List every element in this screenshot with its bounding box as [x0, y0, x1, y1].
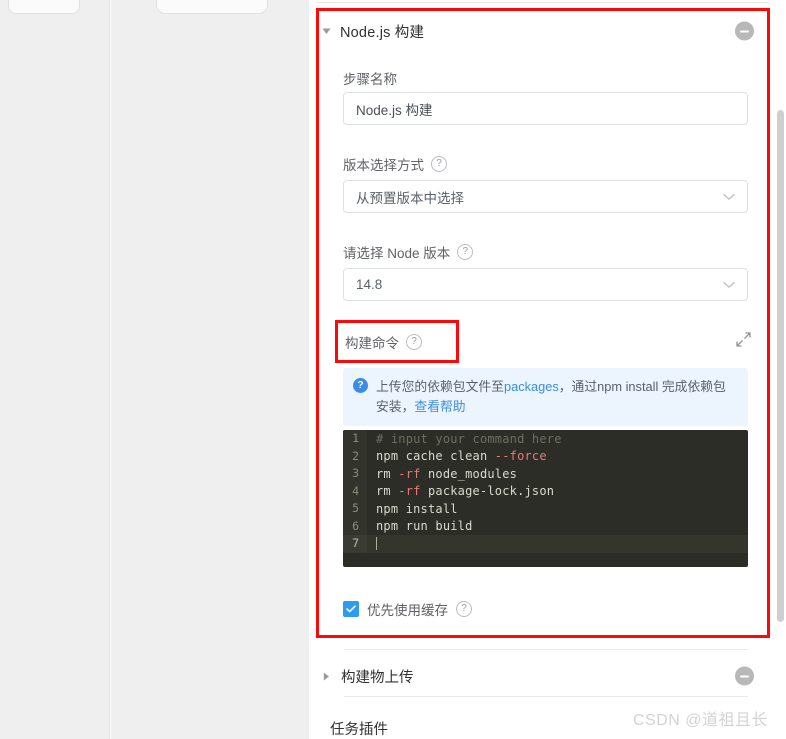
code-line[interactable]: 5 npm install — [343, 500, 748, 518]
vertical-scrollbar-track[interactable] — [775, 0, 786, 739]
build-command-label: 构建命令 — [345, 336, 399, 351]
code-token-plain: npm run build — [376, 519, 473, 534]
caret-down-icon[interactable] — [320, 28, 332, 35]
version-mode-select[interactable]: 从预置版本中选择 — [343, 180, 748, 213]
question-mark-icon[interactable]: ? — [456, 601, 472, 617]
expand-fullscreen-icon[interactable] — [735, 331, 752, 348]
use-cache-label: 优先使用缓存 — [367, 603, 448, 618]
node-build-section-header[interactable]: Node.js 构建 — [320, 10, 766, 52]
code-line-content[interactable]: npm run build — [367, 519, 473, 533]
question-mark-icon[interactable]: ? — [431, 156, 447, 172]
code-line-number: 2 — [343, 447, 367, 465]
step-name-field-group: 步骤名称 — [343, 68, 748, 88]
version-mode-label: 版本选择方式 — [343, 158, 424, 173]
minus-circle-icon[interactable] — [735, 666, 754, 686]
version-mode-field-group: 版本选择方式 ? — [343, 154, 748, 174]
content-top-divider — [316, 2, 770, 3]
code-token-flag: -rf — [398, 466, 421, 481]
step-name-input[interactable]: Node.js 构建 — [343, 92, 748, 125]
code-line-number: 6 — [343, 517, 367, 535]
code-token-plain: node_modules — [420, 466, 518, 481]
node-version-label-row: 请选择 Node 版本 ? — [343, 242, 748, 262]
code-line[interactable]: 2 npm cache clean --force — [343, 447, 748, 465]
node-version-field-group: 请选择 Node 版本 ? — [343, 242, 748, 262]
code-line-content[interactable]: rm -rf package-lock.json — [367, 484, 554, 498]
code-line-content[interactable] — [367, 536, 377, 551]
artifact-upload-section-header[interactable]: 构建物上传 — [320, 655, 766, 697]
plugin-section-title-wrap: 任务插件 — [330, 718, 388, 739]
code-token-flag: --force — [494, 449, 547, 464]
code-token-plain: rm — [376, 466, 399, 481]
vertical-scrollbar-thumb[interactable] — [777, 110, 784, 622]
build-command-label-row: 构建命令 ? — [345, 332, 422, 352]
code-line[interactable]: 1 # input your command here — [343, 430, 748, 448]
artifact-section-bottom-divider — [344, 696, 748, 697]
chevron-down-icon[interactable] — [723, 193, 735, 201]
text-cursor — [376, 536, 377, 550]
left-rail-panel — [0, 0, 110, 739]
code-line-number: 5 — [343, 500, 367, 518]
info-text-part-1: 上传您的依赖包文件至 — [376, 379, 504, 394]
code-line-content[interactable]: rm -rf node_modules — [367, 467, 517, 481]
question-mark-icon[interactable]: ? — [457, 244, 474, 260]
caret-right-icon[interactable] — [320, 672, 332, 681]
dependency-info-text: 上传您的依赖包文件至packages，通过npm install 完成依赖包安装… — [376, 377, 736, 417]
artifact-upload-section: 构建物上传 — [320, 655, 766, 697]
code-token-flag: -rf — [398, 484, 421, 499]
code-line-number: 3 — [343, 465, 367, 483]
use-cache-checkbox[interactable] — [343, 601, 359, 617]
mid-rail-panel — [111, 0, 309, 739]
packages-link[interactable]: packages — [504, 379, 559, 394]
code-line-number: 7 — [343, 535, 367, 553]
question-mark-icon[interactable]: ? — [406, 334, 422, 350]
version-mode-label-row: 版本选择方式 ? — [343, 154, 748, 174]
code-line-content[interactable]: npm cache clean --force — [367, 449, 547, 463]
node-version-selected-value: 14.8 — [356, 277, 383, 292]
node-version-label: 请选择 Node 版本 — [343, 246, 451, 261]
left-rail-card — [8, 0, 80, 14]
code-token-comment: # input your command here — [376, 431, 562, 446]
code-token-plain: rm — [376, 484, 399, 499]
code-token-plain: npm install — [376, 501, 458, 516]
artifact-upload-section-title: 构建物上传 — [341, 669, 414, 686]
node-version-select[interactable]: 14.8 — [343, 268, 748, 301]
build-command-code-editor[interactable]: 1 # input your command here 2 npm cache cle… — [343, 430, 748, 567]
cache-option-row[interactable]: 优先使用缓存 ? — [343, 599, 472, 619]
version-mode-selected-value: 从预置版本中选择 — [356, 190, 464, 206]
node-build-section-title: Node.js 构建 — [340, 24, 425, 41]
question-circle-icon: ? — [353, 378, 368, 393]
code-line-number: 4 — [343, 482, 367, 500]
code-line[interactable]: 3 rm -rf node_modules — [343, 465, 748, 483]
minus-circle-icon[interactable] — [735, 21, 754, 41]
artifact-section-top-divider — [344, 649, 748, 650]
step-name-label: 步骤名称 — [343, 72, 397, 87]
node-build-section: Node.js 构建 — [320, 10, 766, 52]
code-line-number: 1 — [343, 430, 367, 448]
watermark: CSDN @道祖且长 — [632, 712, 768, 729]
code-line-content[interactable]: # input your command here — [367, 432, 562, 446]
code-line[interactable]: 4 rm -rf package-lock.json — [343, 482, 748, 500]
code-line[interactable]: 6 npm run build — [343, 517, 748, 535]
chevron-down-icon[interactable] — [723, 281, 735, 289]
code-line-content[interactable]: npm install — [367, 502, 458, 516]
dependency-info-banner: ? 上传您的依赖包文件至packages，通过npm install 完成依赖包… — [343, 368, 748, 426]
code-token-plain: package-lock.json — [420, 484, 555, 499]
mid-rail-card — [156, 0, 268, 14]
code-line[interactable]: 7 — [343, 535, 748, 553]
code-token-plain: npm cache clean — [376, 449, 495, 464]
plugin-section-title: 任务插件 — [330, 722, 388, 738]
view-help-link[interactable]: 查看帮助 — [414, 399, 465, 414]
